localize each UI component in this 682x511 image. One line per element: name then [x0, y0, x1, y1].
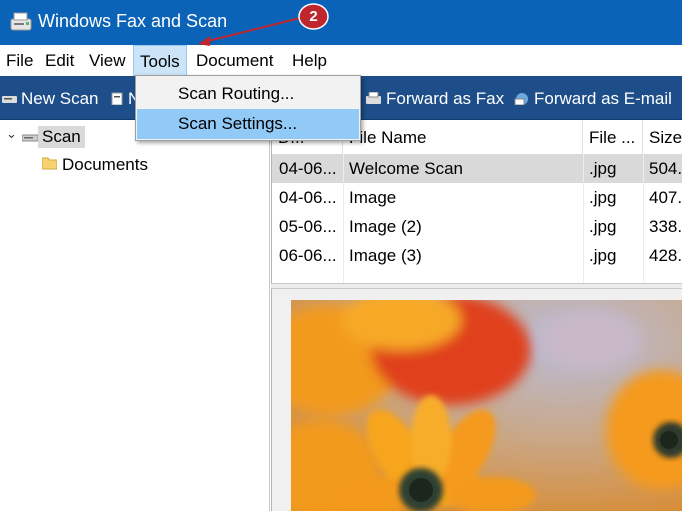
menu-document[interactable]: Document	[196, 51, 273, 71]
table-row[interactable]: 04-06... Welcome Scan .jpg 504.	[272, 154, 682, 183]
cell-size: 407.	[649, 188, 682, 207]
table-row[interactable]: 04-06... Image .jpg 407.	[272, 183, 682, 212]
title-bar: Windows Fax and Scan	[0, 0, 682, 45]
cell-file-type: .jpg	[589, 217, 617, 236]
menu-item-scan-routing[interactable]: Scan Routing...	[137, 79, 359, 109]
flower-photo	[291, 300, 682, 511]
file-list: D... File Name File ... Size 04-06... We…	[271, 120, 682, 283]
cell-size: 338.	[649, 217, 682, 236]
cell-date: 04-06...	[279, 188, 337, 207]
cell-file-type: .jpg	[589, 188, 617, 207]
annotation-arrow	[198, 17, 301, 46]
cell-size: 428.	[649, 246, 682, 265]
cell-file-type: .jpg	[589, 246, 617, 265]
column-header-size[interactable]: Size	[643, 120, 682, 154]
menu-file[interactable]: File	[6, 51, 33, 71]
menu-tools[interactable]: Tools	[133, 45, 187, 76]
table-row[interactable]: 05-06... Image (2) .jpg 338.	[272, 212, 682, 241]
new-scan-icon	[2, 96, 17, 103]
preview-image	[291, 300, 682, 511]
tools-dropdown-menu: Scan Routing... Scan Settings...	[135, 75, 361, 141]
forward-as-fax-button[interactable]: Forward as Fax	[386, 89, 504, 109]
folder-icon	[42, 157, 57, 170]
step-number: 2	[309, 8, 318, 25]
forward-fax-icon	[366, 92, 381, 104]
cell-size: 504.	[649, 159, 682, 178]
column-divider	[643, 154, 644, 283]
cell-file-name: Image (2)	[349, 217, 422, 236]
forward-email-icon	[514, 93, 528, 105]
forward-as-email-button[interactable]: Forward as E-mail	[534, 89, 672, 109]
fax-scan-app-icon	[10, 12, 32, 31]
tree-item-documents[interactable]: Documents	[62, 155, 148, 175]
column-header-file-name[interactable]: File Name	[343, 120, 583, 154]
cell-file-type: .jpg	[589, 159, 617, 178]
new-fax-icon	[111, 92, 123, 105]
cell-date: 06-06...	[279, 246, 337, 265]
column-divider	[343, 154, 344, 283]
tree-item-scan[interactable]: Scan	[38, 126, 85, 148]
expand-chevron-icon[interactable]: ⌄	[6, 126, 17, 142]
menu-help[interactable]: Help	[292, 51, 327, 71]
menu-edit[interactable]: Edit	[45, 51, 74, 71]
menu-bar: File Edit View Tools Document Help	[0, 45, 682, 76]
scanner-icon	[22, 134, 38, 142]
menu-item-scan-settings[interactable]: Scan Settings...	[137, 109, 359, 139]
cell-file-name: Image	[349, 188, 397, 207]
new-scan-button[interactable]: New Scan	[21, 89, 98, 109]
cell-date: 05-06...	[279, 217, 337, 236]
cell-date: 04-06...	[279, 159, 337, 178]
menu-view[interactable]: View	[89, 51, 126, 71]
cell-file-name: Welcome Scan	[349, 159, 464, 178]
folder-tree: ⌄ Scan Documents	[0, 120, 270, 511]
column-divider	[583, 154, 584, 283]
column-header-file-type[interactable]: File ...	[583, 120, 643, 154]
table-row[interactable]: 06-06... Image (3) .jpg 428.	[272, 241, 682, 270]
cell-file-name: Image (3)	[349, 246, 422, 265]
